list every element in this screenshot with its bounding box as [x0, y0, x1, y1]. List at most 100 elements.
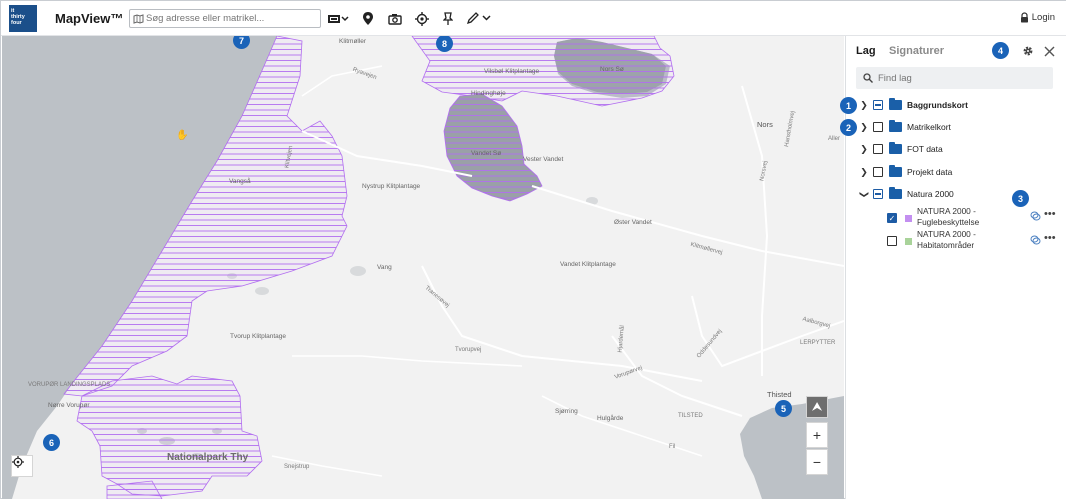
layer-row-baggrundskort[interactable]: ❯ Baggrundskort: [858, 96, 968, 114]
locate-me-button[interactable]: [11, 455, 33, 477]
camera-icon[interactable]: [388, 10, 402, 27]
place-label: Aller: [828, 136, 841, 142]
layer-info-icon[interactable]: [1030, 235, 1041, 247]
layer-label: Baggrundskort: [907, 100, 968, 110]
basemap-icon[interactable]: [327, 10, 349, 27]
folder-icon: [889, 120, 902, 132]
place-label: Vester Vandet: [523, 156, 564, 163]
place-label: Vilsbøl Klitplantage: [484, 68, 540, 75]
chevron-right-icon[interactable]: ❯: [858, 122, 870, 133]
place-label: Snejstrup: [284, 464, 310, 470]
tab-lag[interactable]: Lag: [856, 45, 876, 57]
layer-checkbox[interactable]: [873, 144, 883, 154]
place-label: Klitmøller: [339, 38, 367, 45]
layer-label: FOT data: [907, 144, 943, 154]
lake-label: Nors Sø: [600, 66, 624, 73]
town-label: Nors: [757, 120, 773, 129]
search-icon: [863, 73, 873, 83]
sublayer-label-line: Fuglebeskyttelse: [917, 217, 980, 227]
layer-checkbox[interactable]: [873, 100, 883, 110]
address-search-input[interactable]: [146, 13, 316, 24]
close-icon[interactable]: [1044, 44, 1055, 62]
place-label: Hulgårde: [597, 415, 624, 422]
road-label: Tvorupvej: [455, 347, 482, 353]
place-label: Vang: [377, 264, 392, 271]
draw-icon[interactable]: [466, 10, 492, 27]
more-options-icon[interactable]: •••: [1044, 208, 1056, 220]
folder-icon: [889, 187, 902, 199]
chevron-right-icon[interactable]: ❯: [858, 144, 870, 155]
app-window: it thirty four MapView™ Søg adresse elle…: [0, 0, 1066, 499]
sublayer-checkbox[interactable]: ✓: [887, 213, 897, 223]
map-canvas[interactable]: Klitmøller Ryavejen Vilsbøl Klitplantage…: [2, 36, 844, 499]
top-bar: it thirty four MapView™ Søg adresse elle…: [1, 1, 1066, 36]
layer-label: Natura 2000: [907, 189, 954, 199]
map-info-icon[interactable]: [361, 10, 375, 27]
layers-panel: Lag Signaturer 4 1 ❯ Baggrundskort 2 ❯ M…: [840, 36, 1066, 499]
folder-icon: [889, 98, 902, 110]
settings-gear-icon[interactable]: [1022, 44, 1034, 62]
sublayer-row-habitatomrader[interactable]: [884, 232, 918, 250]
place-label: Vangså: [229, 178, 251, 185]
company-logo[interactable]: it thirty four: [9, 5, 37, 32]
place-label: TILSTED: [678, 413, 703, 419]
lock-icon: [1020, 12, 1028, 23]
tour-marker-4[interactable]: 4: [992, 42, 1009, 59]
more-options-icon[interactable]: •••: [1044, 232, 1056, 244]
layer-row-projekt-data[interactable]: ❯ Projekt data: [858, 163, 952, 181]
zoom-in-button[interactable]: +: [806, 422, 828, 448]
address-search[interactable]: [129, 9, 321, 28]
layer-info-icon[interactable]: [1030, 211, 1041, 223]
layer-checkbox[interactable]: [873, 167, 883, 177]
login-label: Login: [1031, 12, 1055, 23]
tab-signaturer[interactable]: Signaturer: [889, 45, 944, 57]
tour-marker-5[interactable]: 5: [775, 400, 792, 417]
place-label: Nystrup Klitplantage: [362, 183, 421, 190]
natura-vandet-area: [443, 93, 543, 202]
layer-row-natura-2000[interactable]: ❯ Natura 2000: [858, 185, 954, 203]
sublayer-label-line: Habitatområder: [917, 240, 975, 250]
place-label: LERPYTTER: [800, 340, 836, 346]
layer-checkbox[interactable]: [873, 122, 883, 132]
logo-line: four: [11, 20, 22, 26]
lake-label: Vandet Sø: [471, 150, 502, 157]
tour-marker-2[interactable]: 2: [840, 119, 857, 136]
chevron-right-icon[interactable]: ❯: [858, 100, 870, 111]
place-label: Hindinghøje: [471, 90, 506, 97]
find-layer-search[interactable]: [856, 67, 1053, 89]
place-label: Tvorup Klitplantage: [230, 333, 287, 340]
park-label: Nationalpark Thy: [167, 452, 249, 463]
fjord-area: [740, 396, 844, 499]
chevron-right-icon[interactable]: ❯: [858, 167, 870, 178]
town-label: Nørre Vorupør: [48, 402, 90, 409]
place-label: Øster Vandet: [614, 219, 652, 226]
sublayer-row-fuglebeskyttelse[interactable]: ✓: [884, 209, 918, 227]
locate-icon[interactable]: [415, 10, 429, 27]
layer-row-fot-data[interactable]: ❯ FOT data: [858, 140, 943, 158]
find-layer-input[interactable]: [878, 72, 1048, 84]
town-label: Thisted: [767, 390, 792, 399]
tour-marker-3[interactable]: 3: [1012, 190, 1029, 207]
layer-row-matrikelkort[interactable]: ❯ Matrikelkort: [858, 118, 951, 136]
login-button[interactable]: Login: [1020, 12, 1055, 23]
legend-swatch: [905, 214, 912, 222]
sublayer-label: NATURA 2000 - Fuglebeskyttelse: [917, 206, 979, 228]
tour-marker-1[interactable]: 1: [840, 97, 857, 114]
tour-marker-6[interactable]: 6: [43, 434, 60, 451]
folder-icon: [889, 142, 902, 154]
zoom-out-button[interactable]: −: [806, 449, 828, 475]
place-label: Vandet Klitplantage: [560, 261, 616, 268]
chevron-down-icon[interactable]: ❯: [859, 188, 870, 200]
compass-north-button[interactable]: ⮝: [806, 396, 828, 418]
hand-cursor-icon: ✋: [176, 130, 189, 141]
layer-checkbox[interactable]: [873, 189, 883, 199]
legend-swatch: [905, 237, 912, 245]
place-label: VORUPØR LANDINGSPLADS: [28, 382, 111, 388]
place-label: Sjørring: [555, 408, 578, 415]
sublayer-checkbox[interactable]: [887, 236, 897, 246]
folder-icon: [889, 165, 902, 177]
map-layer: [2, 36, 844, 499]
sublayer-label: NATURA 2000 - Habitatområder: [917, 229, 976, 251]
pin-icon[interactable]: [442, 10, 454, 27]
sublayer-label-line: NATURA 2000 -: [917, 229, 976, 239]
